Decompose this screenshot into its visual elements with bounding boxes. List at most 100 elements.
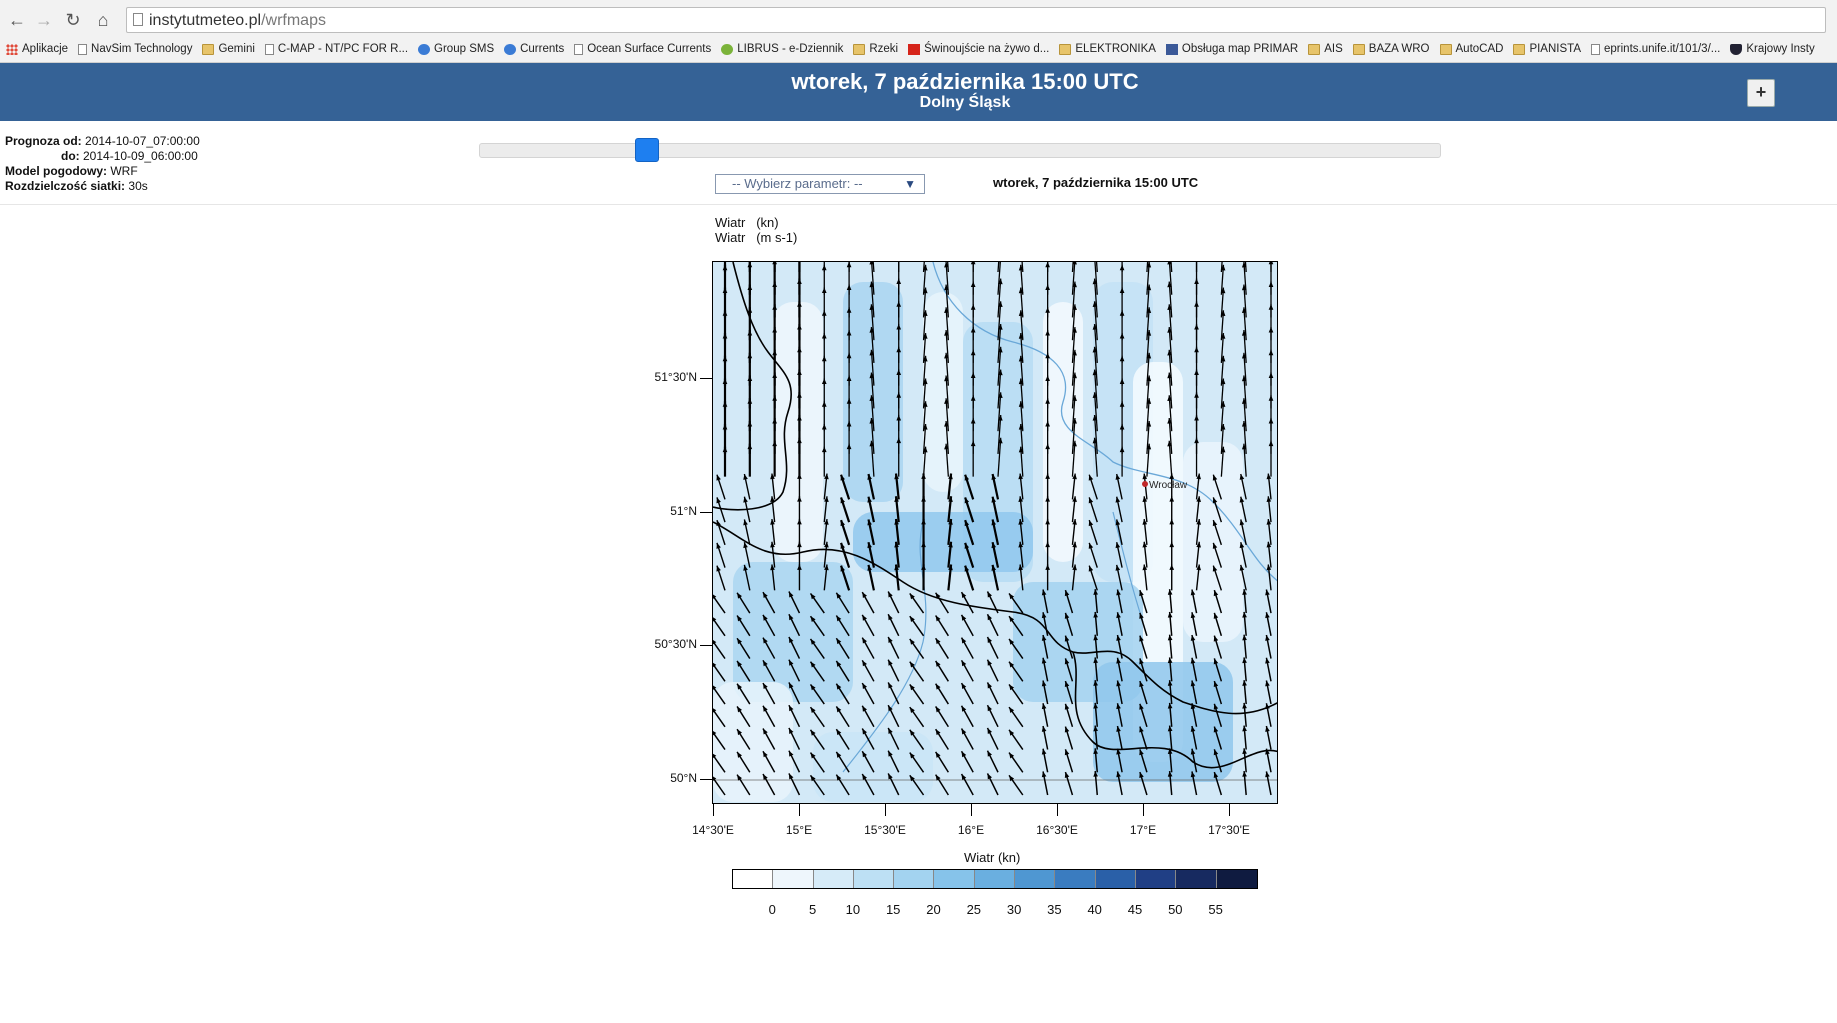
- bookmark-item[interactable]: C-MAP - NT/PC FOR R...: [264, 40, 409, 58]
- colorbar-label: 50: [1168, 902, 1183, 917]
- bookmark-label: AIS: [1324, 43, 1343, 55]
- back-arrow-icon[interactable]: ←: [6, 9, 28, 31]
- y-axis-tick: [700, 378, 712, 379]
- address-bar[interactable]: instytutmeteo.pl/wrfmaps: [126, 7, 1826, 33]
- x-axis-tick: [1143, 804, 1144, 816]
- folder-icon: [202, 43, 215, 55]
- bookmark-item[interactable]: Świnoujście na żywo d...: [908, 40, 1049, 58]
- bookmark-label: Group SMS: [434, 43, 495, 55]
- resolution-label: Rozdzielczość siatki:: [5, 179, 126, 193]
- y-axis-tick-label: 51°N: [670, 504, 697, 518]
- camera-icon: [908, 43, 921, 55]
- bookmark-item[interactable]: Aplikacje: [6, 40, 68, 58]
- home-icon[interactable]: ⌂: [92, 9, 114, 31]
- x-axis-tick-label: 17°30'E: [1208, 823, 1250, 837]
- plot-var2-unit: (m s-1): [756, 230, 798, 245]
- colorbar: [732, 869, 1258, 889]
- apps-icon: [6, 43, 18, 55]
- forecast-info: Prognoza od: 2014-10-07_07:00:00 do: 201…: [5, 134, 200, 194]
- colorbar-swatch: [773, 870, 814, 888]
- forecast-to-value: 2014-10-09_06:00:00: [83, 149, 198, 163]
- bookmark-item[interactable]: ELEKTRONIKA: [1059, 40, 1156, 58]
- colorbar-swatch: [1095, 870, 1136, 888]
- bookmark-item[interactable]: Currents: [504, 40, 564, 58]
- plus-button[interactable]: +: [1747, 79, 1775, 107]
- bookmark-item[interactable]: Gemini: [202, 40, 255, 58]
- bookmark-item[interactable]: AIS: [1308, 40, 1343, 58]
- time-slider-handle[interactable]: [634, 138, 659, 162]
- bookmark-item[interactable]: Rzeki: [853, 40, 898, 58]
- bookmark-item[interactable]: PIANISTA: [1513, 40, 1581, 58]
- x-axis-tick-label: 15°E: [785, 823, 813, 837]
- bookmark-item[interactable]: NavSim Technology: [78, 40, 192, 58]
- y-axis-tick-label: 51°30'N: [654, 370, 697, 384]
- reload-icon[interactable]: ↻: [62, 9, 84, 31]
- colorbar-swatch: [1176, 870, 1217, 888]
- bookmark-label: NavSim Technology: [91, 43, 193, 55]
- folder-icon: [1059, 43, 1072, 55]
- y-axis-tick-label: 50°30'N: [654, 637, 697, 651]
- shield-icon: [1730, 43, 1743, 55]
- resolution-value: 30s: [128, 179, 148, 193]
- bookmark-item[interactable]: Obsługa map PRIMAR: [1165, 40, 1298, 58]
- folder-icon: [853, 43, 866, 55]
- bookmark-label: Świnoujście na żywo d...: [924, 43, 1050, 55]
- wind-speed-patch: [733, 562, 853, 702]
- bookmark-item[interactable]: AutoCAD: [1439, 40, 1503, 58]
- plot-variable-labels: Wiatr (kn) Wiatr (m s-1): [715, 215, 797, 245]
- colorbar-swatch: [733, 870, 774, 888]
- parameter-select[interactable]: -- Wybierz parametr: -- ▼: [715, 174, 925, 194]
- x-axis-tick-label: 16°E: [957, 823, 985, 837]
- colorbar-swatch: [1135, 870, 1177, 888]
- wind-map: Wrocław: [712, 261, 1278, 804]
- bookmark-item[interactable]: Krajowy Insty: [1730, 40, 1815, 58]
- colorbar-swatch: [1015, 870, 1056, 888]
- bookmark-label: Ocean Surface Currents: [587, 43, 712, 55]
- colorbar-swatch: [894, 870, 935, 888]
- wind-speed-patch: [713, 682, 793, 802]
- bookmark-label: Currents: [520, 43, 565, 55]
- wind-speed-patch: [853, 512, 1033, 572]
- page-header: wtorek, 7 października 15:00 UTC Dolny Ś…: [0, 63, 1837, 121]
- colorbar-label: 5: [808, 902, 817, 917]
- selected-time-label: wtorek, 7 października 15:00 UTC: [993, 175, 1199, 190]
- bookmark-label: ELEKTRONIKA: [1075, 43, 1156, 55]
- colorbar-swatch: [853, 870, 895, 888]
- city-label: Wrocław: [1149, 480, 1188, 491]
- bookmarks-bar: Aplikacje NavSim Technology Gemini C-MAP - …: [6, 40, 1815, 58]
- x-axis-tick-label: 16°30'E: [1036, 823, 1078, 837]
- y-axis-tick: [700, 779, 712, 780]
- forward-arrow-icon[interactable]: →: [33, 9, 55, 31]
- wind-speed-patch: [1183, 442, 1243, 642]
- bookmark-item[interactable]: LIBRUS - e-Dziennik: [721, 40, 843, 58]
- x-axis-tick: [885, 804, 886, 816]
- bookmark-item[interactable]: Ocean Surface Currents: [574, 40, 711, 58]
- wind-speed-patch: [813, 732, 933, 802]
- time-slider[interactable]: [479, 138, 1441, 162]
- bookmark-item[interactable]: BAZA WRO: [1352, 40, 1430, 58]
- folder-icon: [1352, 43, 1365, 55]
- divider: [0, 204, 1837, 205]
- region-subtitle: Dolny Śląsk: [919, 94, 1011, 111]
- colorbar-label: 0: [768, 902, 776, 917]
- colorbar-swatch: [813, 870, 854, 888]
- page-title: wtorek, 7 października 15:00 UTC: [791, 69, 1139, 94]
- colorbar-label: 15: [885, 902, 901, 917]
- bookmark-label: C-MAP - NT/PC FOR R...: [277, 43, 409, 55]
- bookmark-item[interactable]: Group SMS: [418, 40, 494, 58]
- bookmark-item[interactable]: eprints.unife.it/101/3/...: [1591, 40, 1720, 58]
- y-axis-tick: [700, 645, 712, 646]
- colorbar-label: 45: [1127, 902, 1143, 917]
- model-label: Model pogodowy:: [5, 164, 107, 178]
- browser-chrome: ← → ↻ ⌂ instytutmeteo.pl/wrfmaps Aplikac…: [0, 0, 1837, 63]
- bookmark-label: PIANISTA: [1529, 43, 1581, 55]
- forecast-from-label: Prognoza od:: [5, 134, 82, 148]
- y-axis-tick-label: 50°N: [670, 771, 697, 785]
- colorbar-swatch: [1216, 870, 1257, 888]
- city-marker: [1142, 481, 1148, 487]
- page-icon: [78, 43, 88, 55]
- forecast-from-value: 2014-10-07_07:00:00: [85, 134, 200, 148]
- parameter-select-value: -- Wybierz parametr: --: [732, 176, 863, 191]
- bookmark-label: BAZA WRO: [1368, 43, 1430, 55]
- colorbar-swatch: [934, 870, 975, 888]
